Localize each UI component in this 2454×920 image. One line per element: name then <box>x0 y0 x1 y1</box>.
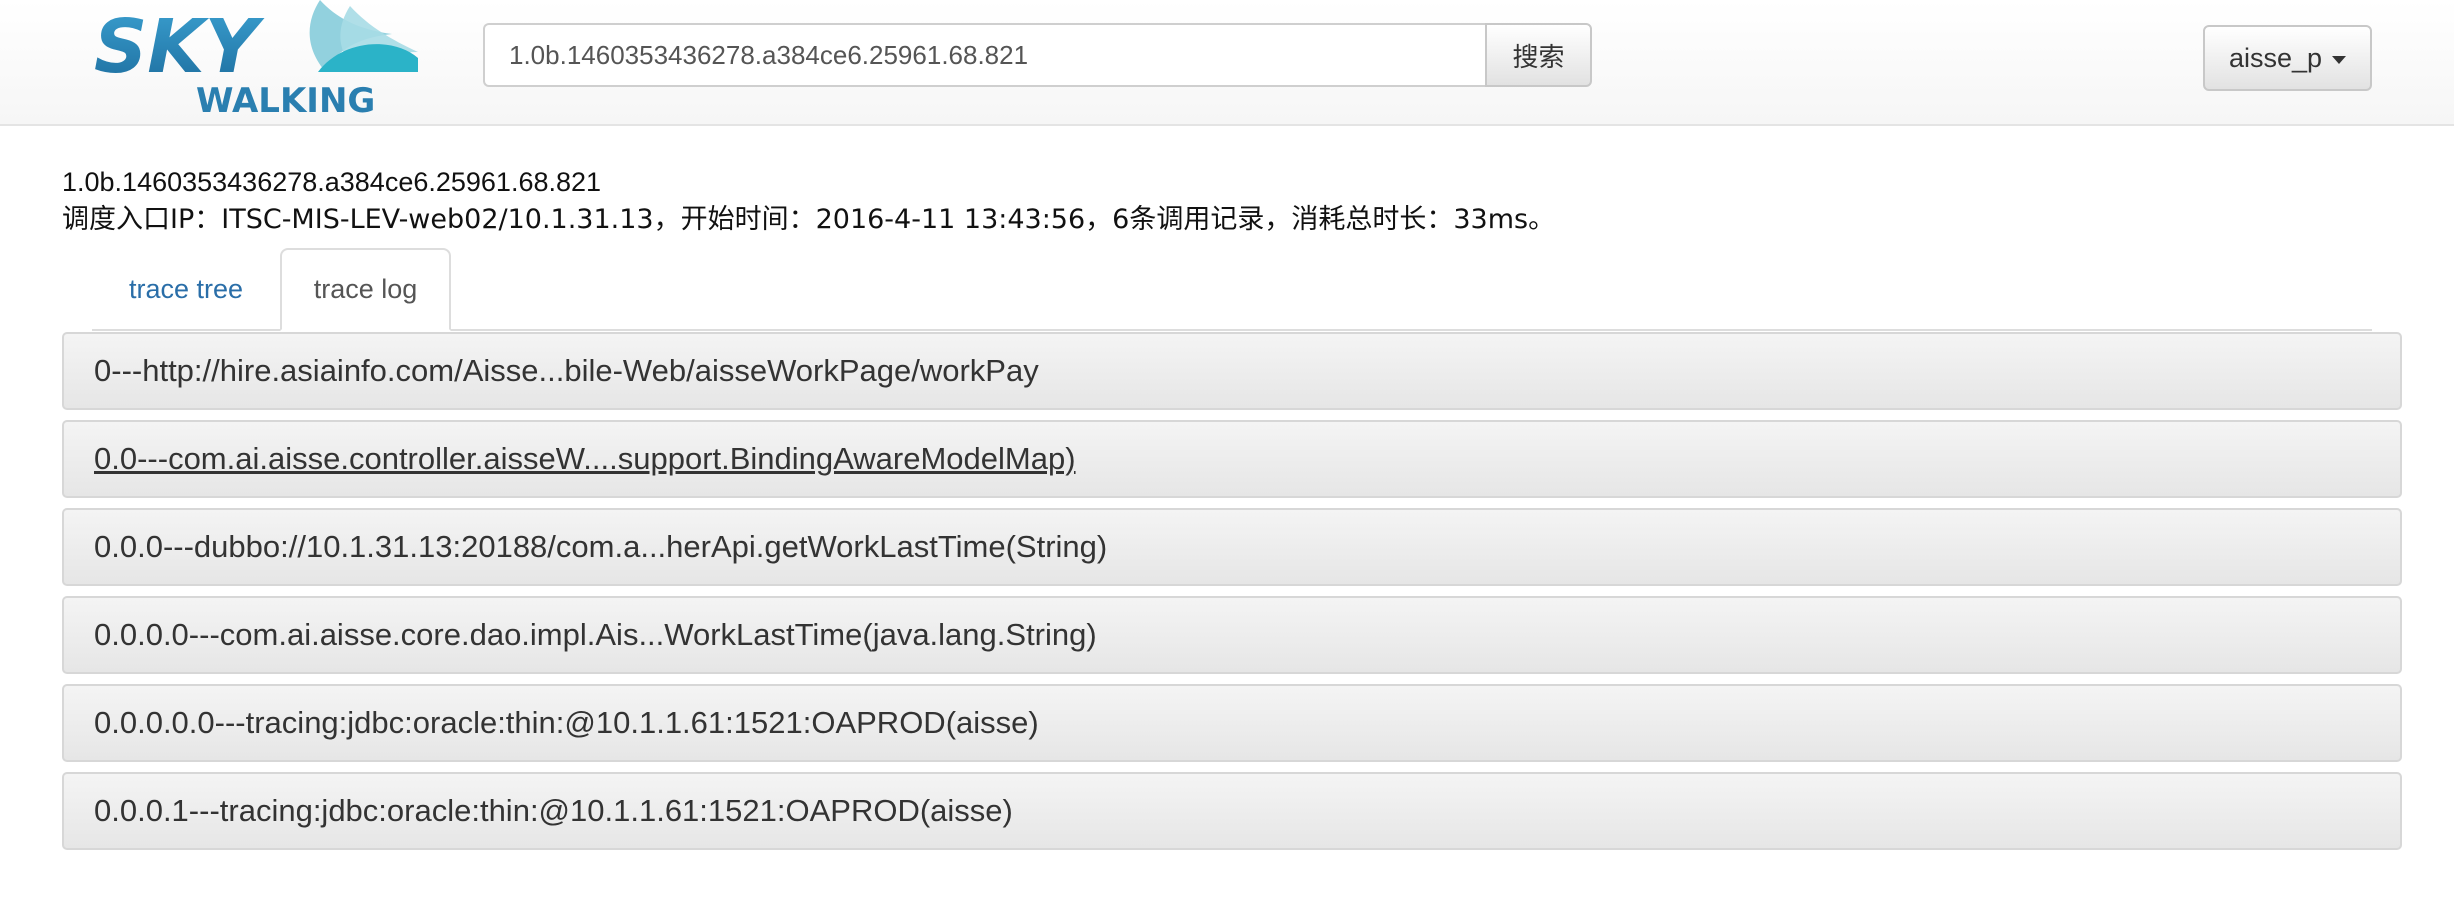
trace-log-row[interactable]: 0.0.0.0---com.ai.aisse.core.dao.impl.Ais… <box>62 596 2402 674</box>
trace-log-row[interactable]: 0---http://hire.asiainfo.com/Aisse...bil… <box>62 332 2402 410</box>
trace-log-row[interactable]: 0.0.0.1---tracing:jdbc:oracle:thin:@10.1… <box>62 772 2402 850</box>
trace-log-label: 0.0.0.0.0---tracing:jdbc:oracle:thin:@10… <box>94 705 1039 740</box>
trace-log-label: 0---http://hire.asiainfo.com/Aisse...bil… <box>94 353 1039 388</box>
caret-down-icon <box>2332 55 2347 64</box>
trace-log-row[interactable]: 0.0.0.0.0---tracing:jdbc:oracle:thin:@10… <box>62 684 2402 762</box>
user-menu-label: aisse_p <box>2228 42 2323 73</box>
user-menu-button[interactable]: aisse_p <box>2203 25 2372 91</box>
search-input[interactable] <box>483 23 1485 87</box>
trace-id: 1.0b.1460353436278.a384ce6.25961.68.821 <box>62 167 602 197</box>
top-navbar: SKY WALKING 搜索 aisse_p <box>0 0 2454 126</box>
trace-log-label: 0.0.0---dubbo://10.1.31.13:20188/com.a..… <box>94 529 1108 564</box>
tab-trace-tree[interactable]: trace tree <box>92 248 280 331</box>
tab-trace-log[interactable]: trace log <box>280 248 451 331</box>
trace-log-row[interactable]: 0.0---com.ai.aisse.controller.aisseW....… <box>62 420 2402 498</box>
trace-log-label: 0.0.0.1---tracing:jdbc:oracle:thin:@10.1… <box>94 793 1013 828</box>
skywalking-logo[interactable]: SKY WALKING <box>92 0 422 118</box>
trace-log-label: 0.0.0.0---com.ai.aisse.core.dao.impl.Ais… <box>94 617 1097 652</box>
trace-summary: 调度入口IP：ITSC-MIS-LEV-web02/10.1.31.13，开始时… <box>62 204 1556 235</box>
trace-log-row[interactable]: 0.0.0---dubbo://10.1.31.13:20188/com.a..… <box>62 508 2402 586</box>
search-button[interactable]: 搜索 <box>1485 23 1592 87</box>
logo-walking-text: WALKING <box>196 81 375 118</box>
logo-sky-text: SKY <box>94 4 265 90</box>
trace-log-label: 0.0---com.ai.aisse.controller.aisseW....… <box>94 441 1076 476</box>
